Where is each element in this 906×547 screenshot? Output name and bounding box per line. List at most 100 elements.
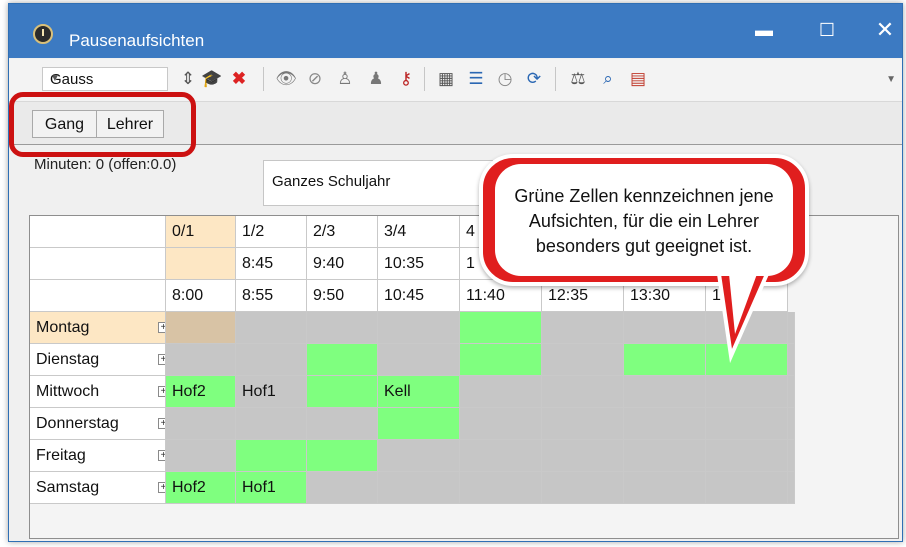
supervision-cell[interactable] [624,312,706,344]
supervision-cell[interactable] [624,408,706,440]
day-row-header[interactable]: Dienstag + [30,344,166,376]
key-icon[interactable]: ⚷ [395,68,417,90]
supervision-cell[interactable] [460,440,542,472]
supervision-cell[interactable] [788,472,795,504]
supervision-cell[interactable] [460,472,542,504]
supervision-cell[interactable] [236,440,307,472]
day-row-header[interactable]: Mittwoch + [30,376,166,408]
supervision-cell[interactable] [624,472,706,504]
search-table-icon[interactable]: ⌕ [597,68,619,90]
toolbar-overflow-icon[interactable]: ▼ [886,74,896,85]
expand-icon[interactable]: + [158,482,165,493]
supervision-cell[interactable] [542,408,624,440]
eye-slash-icon[interactable]: ⊘ [304,68,326,90]
grid-header-cell: 8:00 [166,280,236,312]
supervision-cell[interactable] [307,408,378,440]
supervision-cell[interactable] [307,312,378,344]
supervision-cell[interactable] [307,344,378,376]
callout-line-3: besonders gut geeignet ist. [535,236,753,256]
close-button[interactable]: ✕ [865,14,905,46]
grid-header-cell: 9:40 [307,248,378,280]
supervision-cell[interactable] [542,376,624,408]
supervision-cell[interactable] [378,472,460,504]
supervision-cell[interactable] [307,440,378,472]
supervision-cell[interactable] [307,376,378,408]
people-icon[interactable]: ♙ [334,68,356,90]
grid-header-cell [166,248,236,280]
grid-header-cell: 8:45 [236,248,307,280]
callout-text: Grüne Zellen kennzeichnen jene Aufsichte… [495,184,793,259]
supervision-cell[interactable] [378,344,460,376]
clock-icon[interactable]: ◷ [494,68,516,90]
supervision-cell[interactable] [307,472,378,504]
supervision-cell[interactable]: Hof2 [166,472,236,504]
expand-icon[interactable]: + [158,450,165,461]
title-bar[interactable]: Pausenaufsichten ▬ ☐ ✕ [9,4,902,58]
supervision-cell[interactable] [788,440,795,472]
chevron-down-icon: ▼ [50,73,60,84]
teacher-select[interactable]: Gauss ▼ [42,67,168,91]
refresh-icon[interactable]: ⟳ [523,68,545,90]
supervision-cell[interactable] [166,344,236,376]
supervision-cell[interactable] [378,312,460,344]
grid-header-corner [30,216,166,248]
minimize-button[interactable]: ▬ [744,14,784,46]
calculator-icon[interactable]: ▦ [435,68,457,90]
supervision-cell[interactable] [706,440,788,472]
eye-icon[interactable]: 👁 [275,68,297,90]
grid-header-cell: 2/3 [307,216,378,248]
supervision-cell[interactable] [542,472,624,504]
day-row-header[interactable]: Montag + [30,312,166,344]
expand-icon[interactable]: + [158,354,165,365]
tree-icon[interactable]: ☰ [465,68,487,90]
supervision-cell[interactable] [166,312,236,344]
people-alt-icon[interactable]: ♟ [365,68,387,90]
supervision-cell[interactable] [542,440,624,472]
supervision-cell[interactable] [236,344,307,376]
supervision-cell[interactable]: Hof1 [236,376,307,408]
supervision-cell[interactable] [624,440,706,472]
supervision-cell[interactable]: Hof2 [166,376,236,408]
delete-icon[interactable]: ✖ [228,68,250,90]
callout-tail [716,274,770,364]
supervision-cell[interactable]: Kell [378,376,460,408]
expand-icon[interactable]: + [158,418,165,429]
supervision-cell[interactable] [378,408,460,440]
supervision-cell[interactable] [460,376,542,408]
grid-header-corner [30,280,166,312]
scale-icon[interactable]: ⚖ [567,68,589,90]
spin-icon[interactable]: ⇕ [177,68,199,90]
supervision-cell[interactable] [542,344,624,376]
supervision-cell[interactable] [236,312,307,344]
supervision-cell[interactable] [460,312,542,344]
day-row-header[interactable]: Freitag + [30,440,166,472]
supervision-cell[interactable] [236,408,307,440]
supervision-cell[interactable] [460,408,542,440]
maximize-button[interactable]: ☐ [807,14,847,46]
hat-icon[interactable]: 🎓 [201,68,223,90]
supervision-cell[interactable] [788,376,795,408]
expand-icon[interactable]: + [158,386,165,397]
supervision-cell[interactable] [166,408,236,440]
supervision-cell[interactable] [166,440,236,472]
supervision-cell[interactable]: Hof1 [236,472,307,504]
period-value: Ganzes Schuljahr [272,173,391,190]
day-label: Freitag [36,447,86,464]
supervision-cell[interactable] [706,472,788,504]
supervision-cell[interactable] [460,344,542,376]
supervision-cell[interactable] [542,312,624,344]
expand-icon[interactable]: + [158,322,165,333]
day-row-header[interactable]: Samstag + [30,472,166,504]
supervision-cell[interactable] [624,344,706,376]
supervision-cell[interactable] [624,376,706,408]
supervision-cell[interactable] [378,440,460,472]
supervision-cell[interactable] [788,408,795,440]
report-icon[interactable]: ▤ [627,68,649,90]
supervision-cell[interactable] [706,376,788,408]
supervision-cell[interactable] [706,408,788,440]
supervision-cell[interactable] [788,312,795,344]
period-field[interactable]: Ganzes Schuljahr [263,160,493,206]
grid-header-cell: 1/2 [236,216,307,248]
day-row-header[interactable]: Donnerstag + [30,408,166,440]
supervision-cell[interactable] [788,344,795,376]
